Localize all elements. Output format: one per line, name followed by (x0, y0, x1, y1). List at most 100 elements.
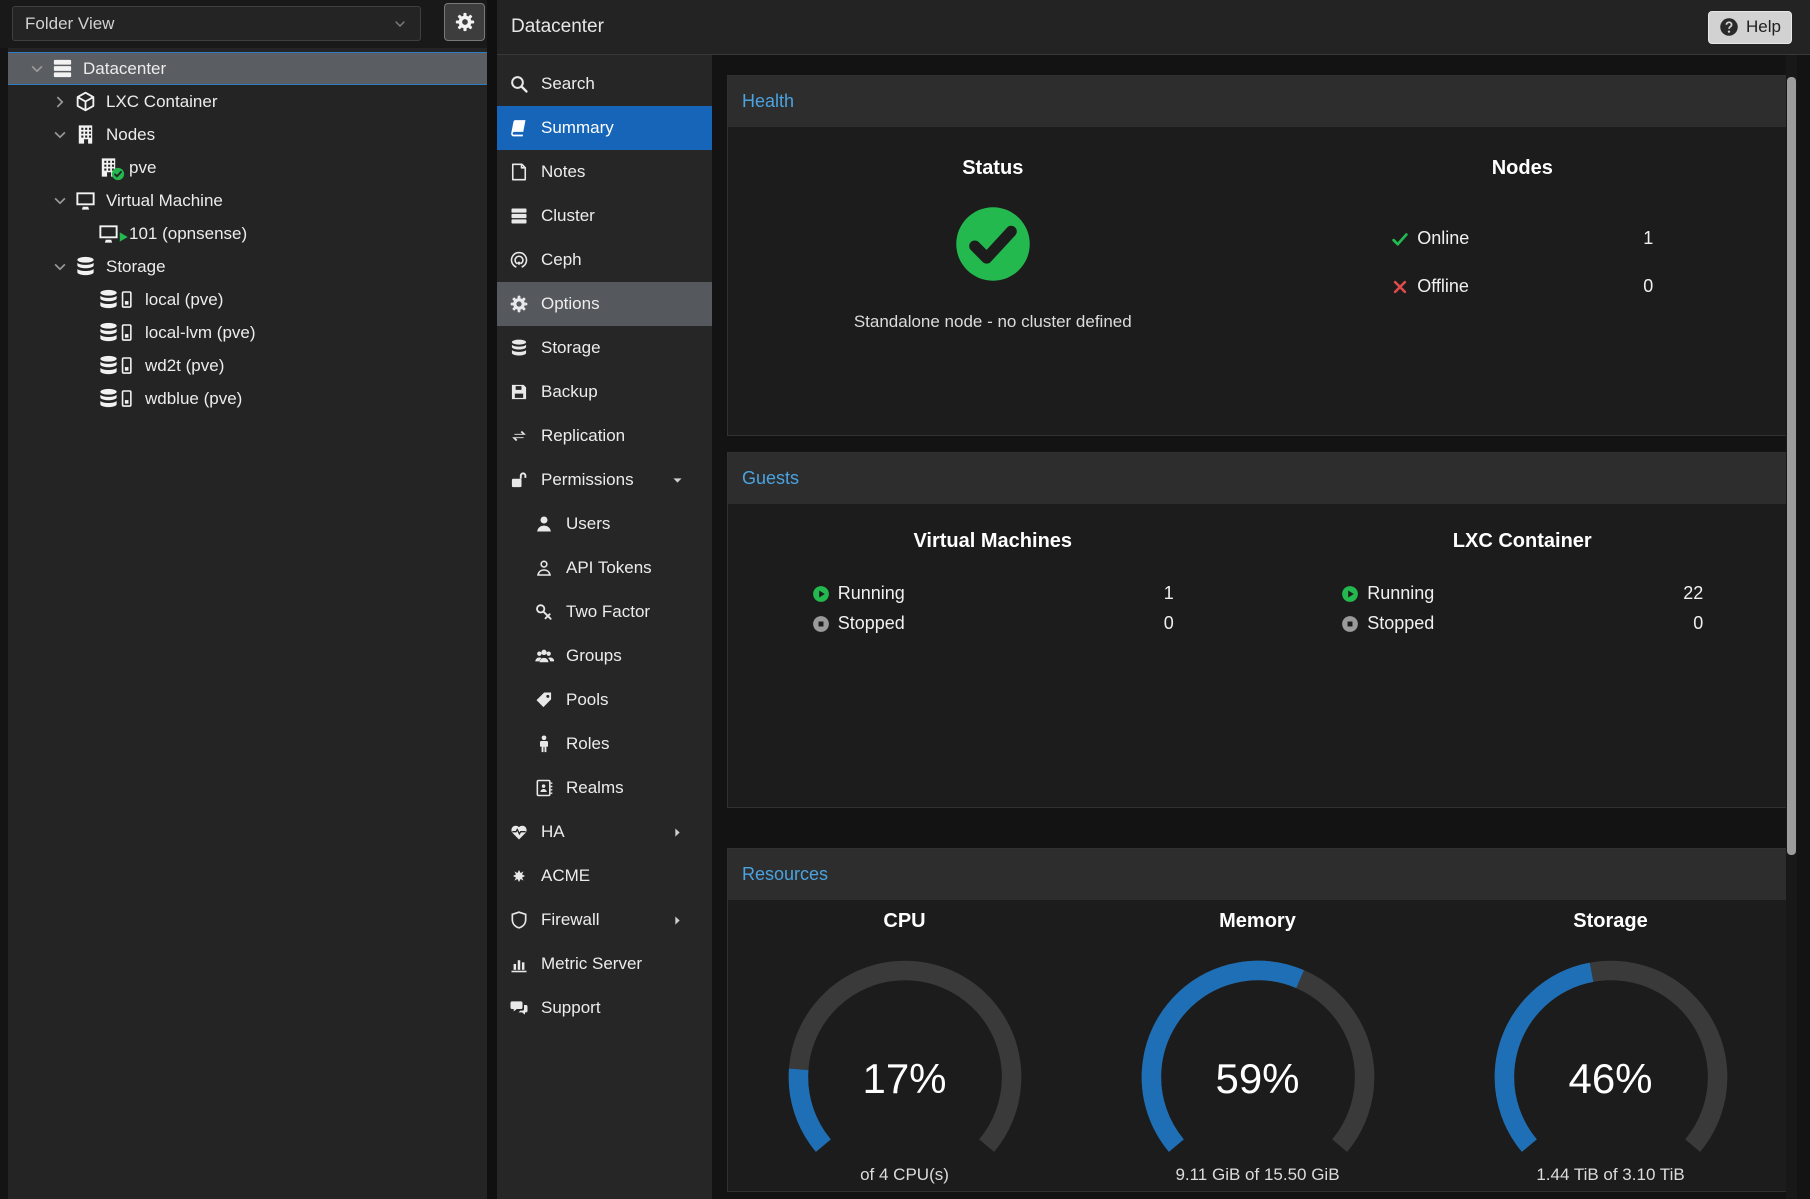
proxmox-datacenter-screen: Folder View DatacenterLXC ContainerNodes… (0, 0, 1810, 1199)
menu-item-label: HA (541, 822, 565, 842)
menu-item-label: Options (541, 294, 600, 314)
menu-item-support[interactable]: Support (497, 986, 712, 1030)
menu-item-firewall[interactable]: Firewall (497, 898, 712, 942)
tree-item-wdblue-pve[interactable]: wdblue (pve) (8, 382, 487, 415)
vertical-scrollbar[interactable] (1786, 55, 1797, 1199)
menu-item-ceph[interactable]: Ceph (497, 238, 712, 282)
menu-item-label: ACME (541, 866, 590, 886)
page-title: Datacenter (511, 16, 604, 38)
tree-item-label: Virtual Machine (106, 191, 223, 211)
floppy-icon (509, 382, 529, 402)
scrollbar-thumb[interactable] (1787, 77, 1796, 855)
heartbeat-icon (509, 822, 529, 842)
lock-open-icon (509, 470, 529, 490)
gauge-heading: Memory (1219, 910, 1296, 933)
caret-right-icon (671, 914, 684, 927)
node-status-value: 1 (1643, 228, 1653, 249)
menu-item-label: Metric Server (541, 954, 642, 974)
gauge-detail: 1.44 TiB of 3.10 TiB (1536, 1165, 1684, 1185)
tree-item-label: Storage (106, 257, 166, 277)
resources-panel: Resources CPU17%of 4 CPU(s)Memory59%9.11… (727, 848, 1788, 1192)
menu-item-search[interactable]: Search (497, 62, 712, 106)
storage-icon (97, 354, 136, 377)
tree-item-lxc-container[interactable]: LXC Container (8, 85, 487, 118)
cluster-status-message: Standalone node - no cluster defined (854, 312, 1132, 332)
tree-settings-button[interactable] (444, 3, 485, 41)
menu-item-label: Groups (566, 646, 622, 666)
question-circle-icon (1719, 17, 1739, 37)
check-badge-icon (111, 167, 125, 181)
tree-item-nodes[interactable]: Nodes (8, 118, 487, 151)
menu-item-label: Summary (541, 118, 614, 138)
menu-item-pools[interactable]: Pools (497, 678, 712, 722)
monitor-icon (74, 189, 97, 212)
cross-icon (1391, 278, 1409, 296)
monitor-icon (97, 222, 120, 245)
server-icon (51, 57, 74, 80)
gauge-heading: CPU (883, 910, 925, 933)
menu-item-acme[interactable]: ACME (497, 854, 712, 898)
bar-chart-icon (509, 954, 529, 974)
user-o-icon (534, 558, 554, 578)
tree-item-label: local-lvm (pve) (145, 323, 256, 343)
menu-item-label: Storage (541, 338, 601, 358)
help-button[interactable]: Help (1708, 11, 1792, 44)
nodes-status-rows: Online1Offline0 (1391, 228, 1653, 297)
resource-tree: DatacenterLXC Container Nodes pve Virtual M… (0, 48, 487, 1199)
expander-down-icon[interactable] (51, 258, 69, 276)
menu-item-groups[interactable]: Groups (497, 634, 712, 678)
storage-icon (97, 288, 136, 311)
expander-down-icon[interactable] (51, 192, 69, 210)
check-circle-icon (951, 202, 1035, 286)
guest-status-value: 0 (1164, 613, 1174, 634)
gauge-storage: Storage46%1.44 TiB of 3.10 TiB (1434, 900, 1787, 1191)
menu-item-users[interactable]: Users (497, 502, 712, 546)
tree-item-local-lvm-pve[interactable]: local-lvm (pve) (8, 316, 487, 349)
menu-item-options[interactable]: Options (497, 282, 712, 326)
tree-item-datacenter[interactable]: Datacenter (8, 52, 487, 85)
expander-down-icon[interactable] (51, 126, 69, 144)
guest-group-virtual-machines: Virtual MachinesRunning1Stopped0 (728, 504, 1258, 807)
resources-panel-body: CPU17%of 4 CPU(s)Memory59%9.11 GiB of 15… (728, 900, 1787, 1191)
menu-item-label: Firewall (541, 910, 600, 930)
tree-item-label: Nodes (106, 125, 155, 145)
menu-item-ha[interactable]: HA (497, 810, 712, 854)
menu-item-cluster[interactable]: Cluster (497, 194, 712, 238)
menu-item-realms[interactable]: Realms (497, 766, 712, 810)
menu-item-summary[interactable]: Summary (497, 106, 712, 150)
tree-item-pve[interactable]: pve (8, 151, 487, 184)
tree-item-virtual-machine[interactable]: Virtual Machine (8, 184, 487, 217)
drive-icon (117, 323, 136, 342)
tree-item-wd2t-pve[interactable]: wd2t (pve) (8, 349, 487, 382)
tree-toolbar: Folder View (0, 0, 487, 48)
menu-item-replication[interactable]: Replication (497, 414, 712, 458)
tree-view-selector[interactable]: Folder View (12, 6, 421, 41)
title-bar: Datacenter Help (497, 0, 1810, 55)
tree-item-label: 101 (opnsense) (129, 224, 247, 244)
guest-status-row: Running22 (1341, 583, 1703, 604)
tree-item-local-pve[interactable]: local (pve) (8, 283, 487, 316)
drive-icon (117, 290, 136, 309)
menu-item-label: Two Factor (566, 602, 650, 622)
menu-item-notes[interactable]: Notes (497, 150, 712, 194)
node-status-label: Online (1417, 228, 1469, 249)
expander-down-icon[interactable] (28, 60, 46, 78)
guest-status-row: Running1 (812, 583, 1174, 604)
tree-item-101-opnsense[interactable]: 101 (opnsense) (8, 217, 487, 250)
chat-icon (509, 998, 529, 1018)
tree-item-label: pve (129, 158, 156, 178)
menu-item-api-tokens[interactable]: API Tokens (497, 546, 712, 590)
gauge-chart: 59% (1128, 951, 1388, 1159)
tree-view-selector-value: Folder View (25, 14, 114, 34)
menu-item-metric-server[interactable]: Metric Server (497, 942, 712, 986)
expander-right-icon[interactable] (51, 93, 69, 111)
menu-item-permissions[interactable]: Permissions (497, 458, 712, 502)
menu-item-storage[interactable]: Storage (497, 326, 712, 370)
menu-item-backup[interactable]: Backup (497, 370, 712, 414)
gear-icon (509, 294, 529, 314)
menu-item-roles[interactable]: Roles (497, 722, 712, 766)
guests-panel-header: Guests (728, 453, 1787, 504)
guest-status-value: 22 (1683, 583, 1703, 604)
menu-item-two-factor[interactable]: Two Factor (497, 590, 712, 634)
tree-item-storage[interactable]: Storage (8, 250, 487, 283)
